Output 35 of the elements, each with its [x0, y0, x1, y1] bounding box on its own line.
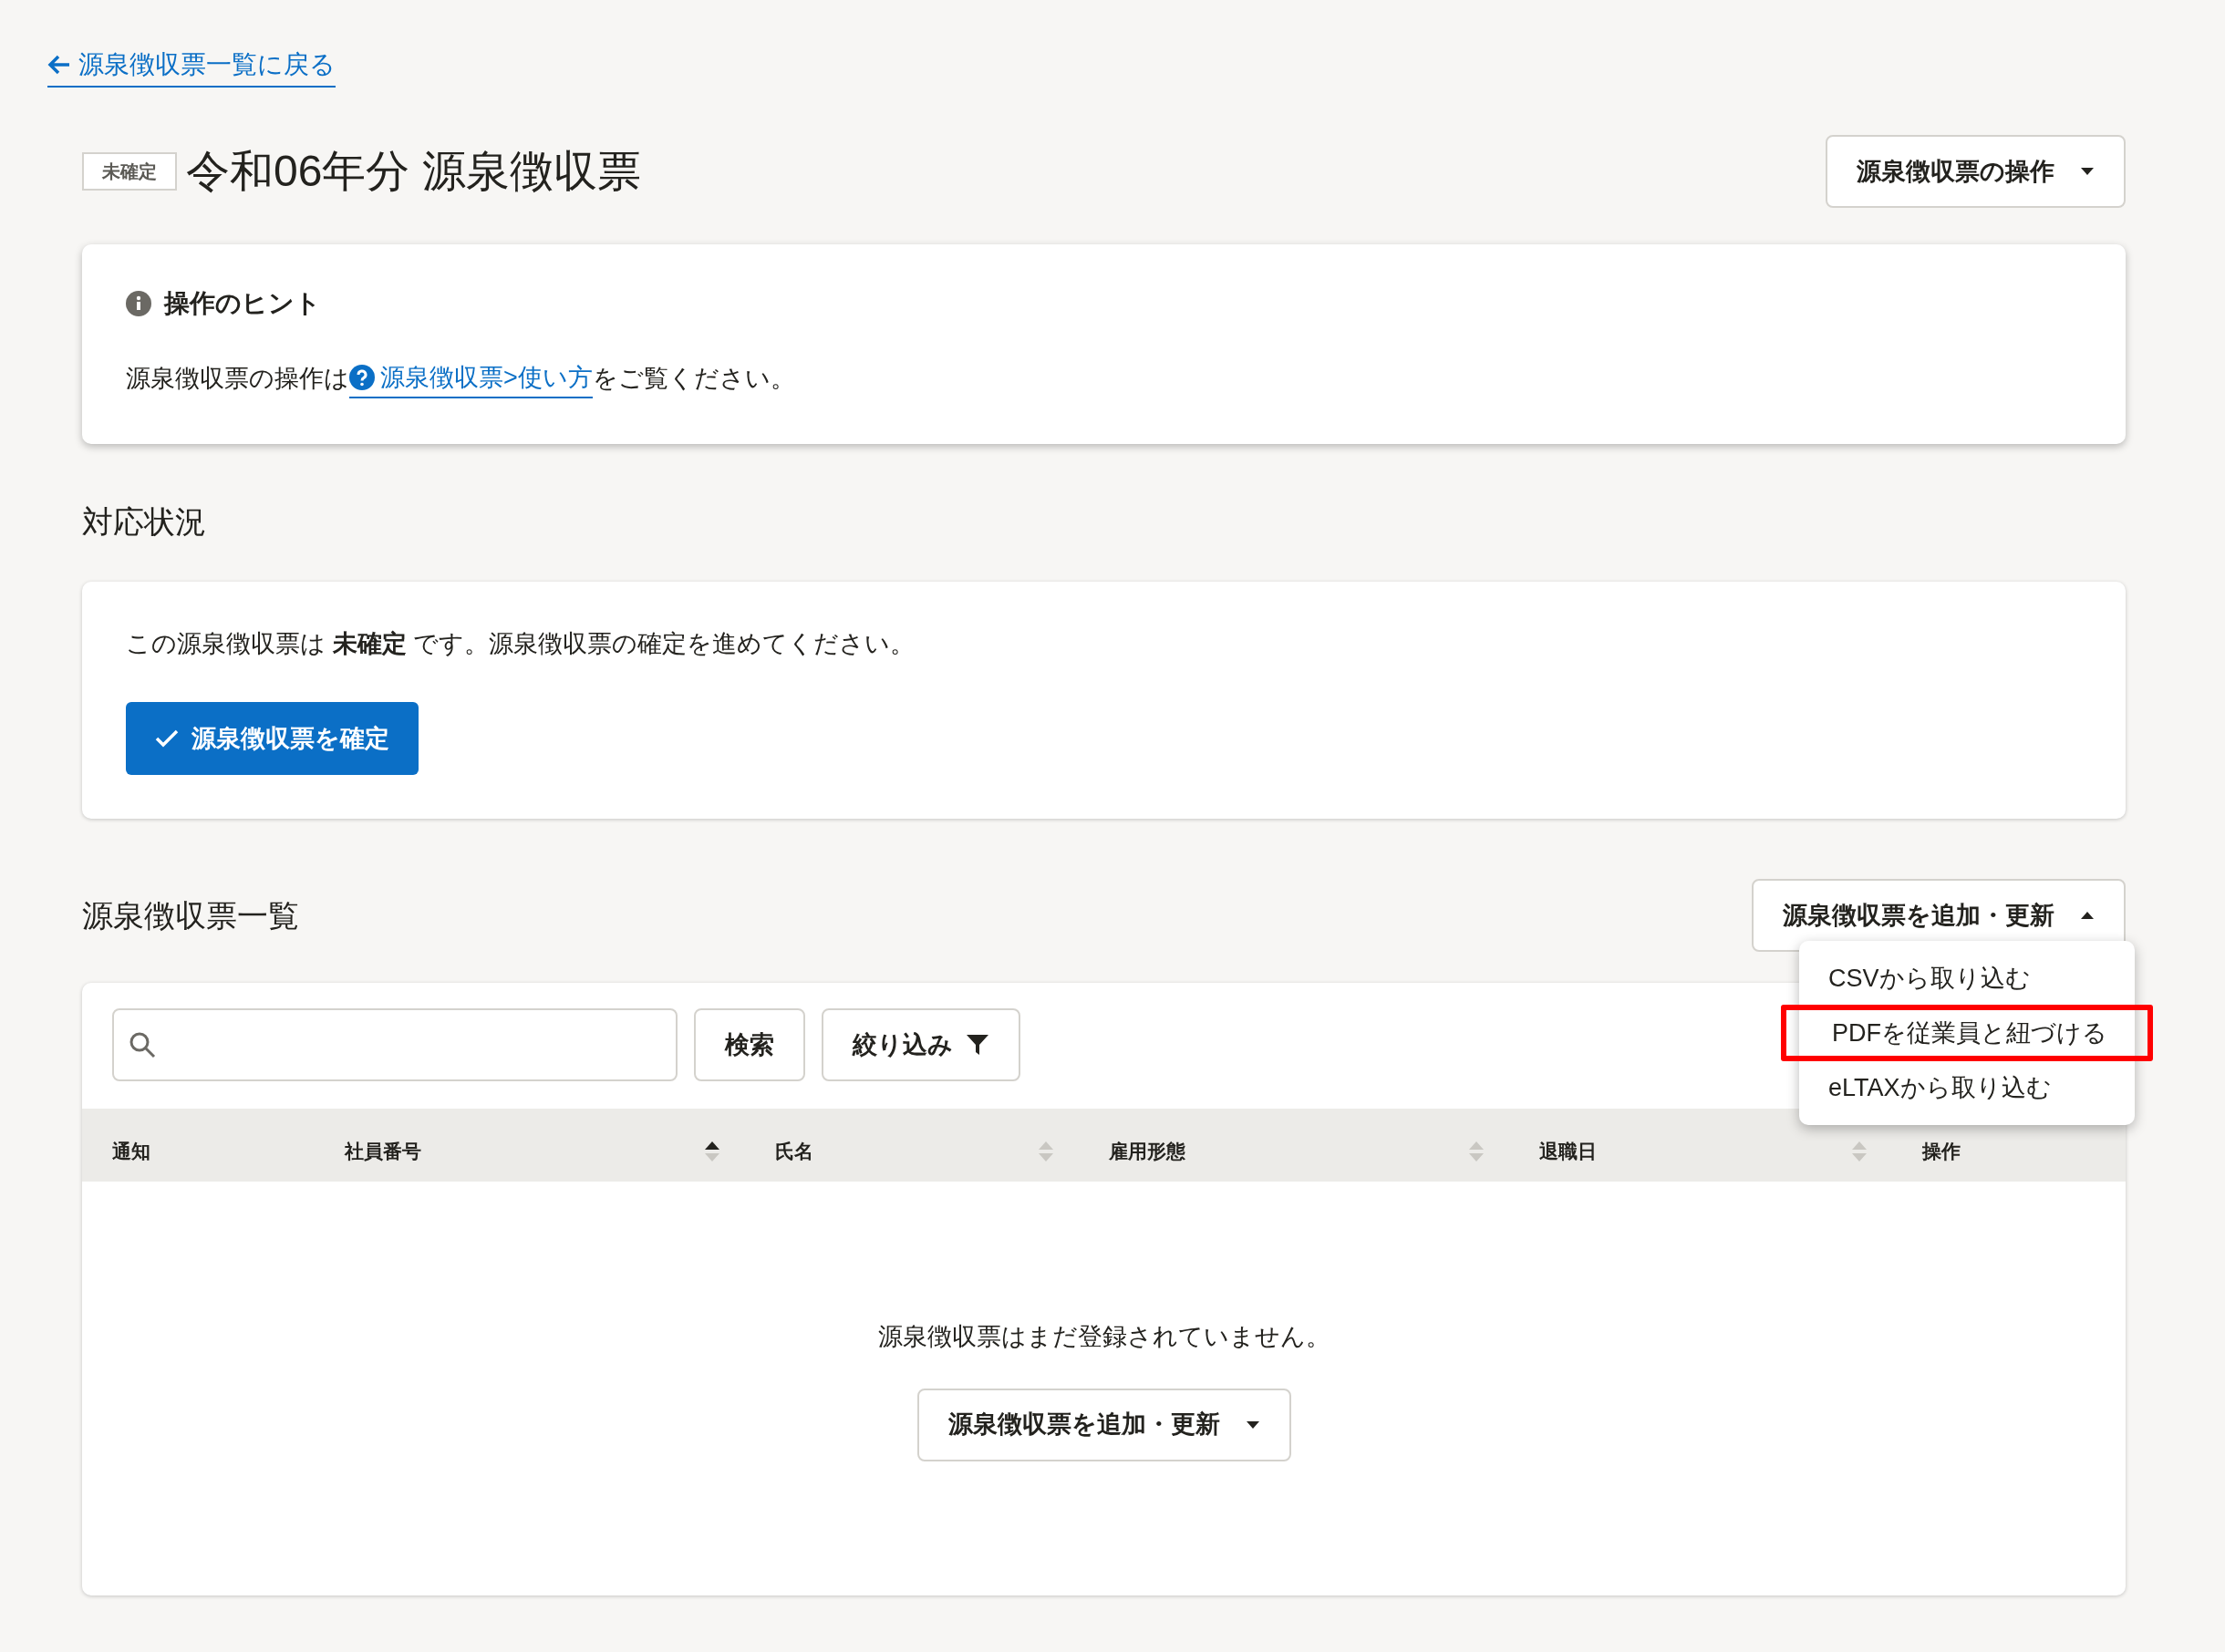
search-button[interactable]: 検索 — [694, 1008, 805, 1081]
caret-icon — [2080, 911, 2095, 920]
menu-item[interactable]: CSVから取り込む — [1799, 952, 2135, 1005]
caret-icon — [1245, 1420, 1260, 1430]
column-header: 雇用形態 — [1109, 1140, 1185, 1164]
status-message: この源泉徴収票は 未確定 です。源泉徴収票の確定を進めてください。 — [126, 628, 916, 659]
section-heading: 源泉徴収票一覧 — [82, 896, 299, 934]
column-header: 退職日 — [1539, 1140, 1597, 1164]
column-header: 氏名 — [775, 1140, 813, 1164]
left-arrow-icon — [47, 55, 71, 75]
funnel-icon — [966, 1033, 989, 1057]
confirm-button[interactable]: 源泉徴収票を確定 — [126, 702, 419, 775]
help-link[interactable]: 源泉徴収票>使い方 — [349, 359, 593, 398]
hint-title: 操作のヒント — [164, 288, 321, 319]
info-icon — [126, 291, 151, 316]
section-heading: 対応状況 — [82, 502, 207, 541]
page-title: 令和06年分 源泉徴収票 — [186, 146, 641, 197]
help-icon — [349, 365, 375, 391]
filter-button[interactable]: 絞り込み — [822, 1008, 1020, 1081]
menu-item[interactable]: eLTAXから取り込む — [1799, 1061, 2135, 1114]
column-header: 社員番号 — [345, 1140, 421, 1164]
sort-icon[interactable] — [704, 1141, 720, 1162]
actions-button[interactable]: 源泉徴収票の操作 — [1826, 135, 2126, 208]
hint-text: 源泉徴収票の操作は 源泉徴収票>使い方をご覧ください。 — [126, 359, 2082, 398]
menu-item[interactable]: PDFを従業員と紐づける — [1781, 1005, 2153, 1061]
empty-message: 源泉徴収票はまだ登録されていません。 — [877, 1322, 1330, 1352]
back-link[interactable]: 源泉徴収票一覧に戻る — [47, 46, 336, 88]
status-badge: 未確定 — [82, 152, 177, 191]
caret-icon — [2080, 167, 2095, 176]
column-header: 操作 — [1922, 1140, 1961, 1164]
search-field[interactable] — [112, 1008, 678, 1081]
search-icon — [129, 1031, 156, 1058]
column-header: 通知 — [112, 1140, 150, 1164]
check-icon — [155, 729, 179, 748]
add-update-button[interactable]: 源泉徴収票を追加・更新 — [916, 1388, 1291, 1461]
